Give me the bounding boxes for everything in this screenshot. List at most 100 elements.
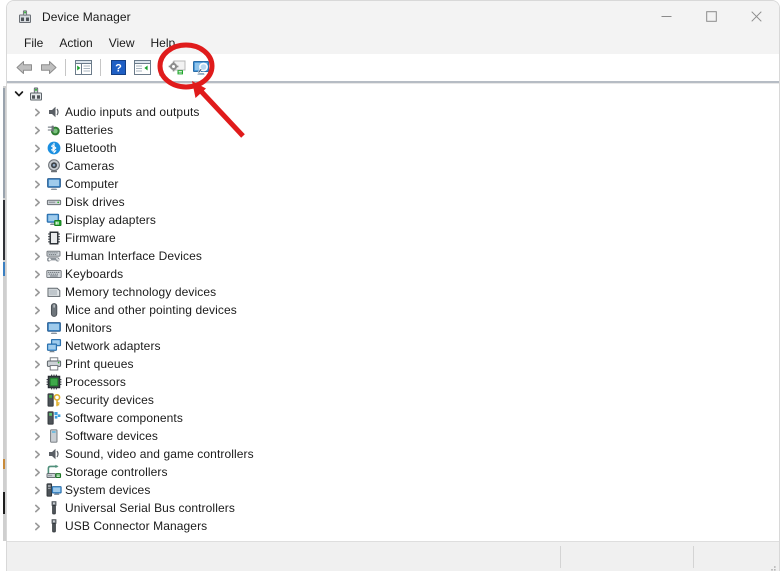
forward-button[interactable] xyxy=(36,56,60,79)
tree-item-bluetooth[interactable]: Bluetooth xyxy=(7,139,779,157)
device-manager-icon xyxy=(17,9,33,25)
tree-item-label: Display adapters xyxy=(65,213,156,227)
chevron-right-icon[interactable] xyxy=(29,302,45,318)
tree-item-label: Human Interface Devices xyxy=(65,249,203,263)
titlebar: Device Manager xyxy=(7,1,779,32)
processor-chip-icon xyxy=(46,374,62,390)
device-manager-window: Device Manager File Action View Help ? A… xyxy=(6,0,780,571)
tree-item-label: Monitors xyxy=(65,321,112,335)
menu-view[interactable]: View xyxy=(101,34,143,52)
tree-item-keyboards[interactable]: Keyboards xyxy=(7,265,779,283)
tree-item-print-queues[interactable]: Print queues xyxy=(7,355,779,373)
chevron-right-icon[interactable] xyxy=(29,482,45,498)
tree-item-label: Processors xyxy=(65,375,127,389)
help-question-icon: ? xyxy=(110,60,126,75)
help-button[interactable]: ? xyxy=(106,56,130,79)
tree-item-monitors[interactable]: Monitors xyxy=(7,319,779,337)
menu-action[interactable]: Action xyxy=(51,34,100,52)
tree-item-label: Storage controllers xyxy=(65,465,168,479)
menu-help[interactable]: Help xyxy=(143,34,184,52)
chevron-right-icon[interactable] xyxy=(29,356,45,372)
tree-item-label: Sound, video and game controllers xyxy=(65,447,254,461)
tree-item-universal-serial-bus-controllers[interactable]: Universal Serial Bus controllers xyxy=(7,499,779,517)
menu-file[interactable]: File xyxy=(16,34,51,52)
chevron-right-icon[interactable] xyxy=(29,320,45,336)
tree-item-label: Bluetooth xyxy=(65,141,117,155)
tree-item-mice-and-other-pointing-devices[interactable]: Mice and other pointing devices xyxy=(7,301,779,319)
tree-item-usb-connector-managers[interactable]: USB Connector Managers xyxy=(7,517,779,535)
maximize-button[interactable] xyxy=(689,1,734,32)
tree-item-human-interface-devices[interactable]: Human Interface Devices xyxy=(7,247,779,265)
chevron-right-icon[interactable] xyxy=(29,428,45,444)
speaker-icon xyxy=(46,104,62,120)
chevron-right-icon[interactable] xyxy=(29,464,45,480)
mouse-icon xyxy=(46,302,62,318)
tree-root-node[interactable] xyxy=(7,84,779,103)
close-button[interactable] xyxy=(734,1,779,32)
toolbar-separator-2 xyxy=(100,59,101,76)
chevron-right-icon[interactable] xyxy=(29,266,45,282)
tree-item-label: Memory technology devices xyxy=(65,285,217,299)
chevron-right-icon[interactable] xyxy=(29,122,45,138)
tree-item-batteries[interactable]: Batteries xyxy=(7,121,779,139)
tree-item-firmware[interactable]: Firmware xyxy=(7,229,779,247)
chevron-right-icon[interactable] xyxy=(29,176,45,192)
software-device-icon xyxy=(46,428,62,444)
chevron-right-icon[interactable] xyxy=(29,410,45,426)
show-hide-console-tree-button[interactable] xyxy=(71,56,95,79)
update-driver-button[interactable] xyxy=(165,56,189,79)
tree-item-label: Computer xyxy=(65,177,119,191)
security-key-icon xyxy=(46,392,62,408)
tree-item-processors[interactable]: Processors xyxy=(7,373,779,391)
chevron-right-icon[interactable] xyxy=(29,104,45,120)
tree-item-system-devices[interactable]: System devices xyxy=(7,481,779,499)
svg-text:?: ? xyxy=(115,63,122,75)
tree-item-label: Mice and other pointing devices xyxy=(65,303,237,317)
tree-item-storage-controllers[interactable]: Storage controllers xyxy=(7,463,779,481)
monitor-icon xyxy=(46,176,62,192)
chevron-down-icon[interactable] xyxy=(11,86,27,102)
back-button[interactable] xyxy=(12,56,36,79)
chevron-right-icon[interactable] xyxy=(29,374,45,390)
tree-item-cameras[interactable]: Cameras xyxy=(7,157,779,175)
tree-item-computer[interactable]: Computer xyxy=(7,175,779,193)
menubar: File Action View Help xyxy=(7,32,779,54)
chevron-right-icon[interactable] xyxy=(29,194,45,210)
window-title: Device Manager xyxy=(42,9,131,24)
tree-item-label: Keyboards xyxy=(65,267,124,281)
tree-item-software-components[interactable]: Software components xyxy=(7,409,779,427)
update-driver-gear-icon xyxy=(168,60,185,74)
firmware-chip-icon xyxy=(46,230,62,246)
minimize-button[interactable] xyxy=(644,1,689,32)
chevron-right-icon[interactable] xyxy=(29,158,45,174)
bluetooth-icon xyxy=(46,140,62,156)
tree-item-label: Print queues xyxy=(65,357,134,371)
chevron-right-icon[interactable] xyxy=(29,446,45,462)
chevron-right-icon[interactable] xyxy=(29,518,45,534)
tree-item-network-adapters[interactable]: Network adapters xyxy=(7,337,779,355)
tree-item-sound-video-and-game-controllers[interactable]: Sound, video and game controllers xyxy=(7,445,779,463)
chevron-right-icon[interactable] xyxy=(29,212,45,228)
tree-item-label: Audio inputs and outputs xyxy=(65,105,200,119)
tree-item-label: Network adapters xyxy=(65,339,161,353)
chevron-right-icon[interactable] xyxy=(29,140,45,156)
battery-plug-icon xyxy=(46,122,62,138)
resize-grip-icon[interactable] xyxy=(767,559,777,571)
tree-item-memory-technology-devices[interactable]: Memory technology devices xyxy=(7,283,779,301)
tree-item-disk-drives[interactable]: Disk drives xyxy=(7,193,779,211)
scan-for-hardware-changes-button[interactable] xyxy=(189,56,213,79)
chevron-right-icon[interactable] xyxy=(29,500,45,516)
back-arrow-icon xyxy=(16,61,32,74)
device-tree[interactable]: Audio inputs and outputs Batteries Bluet… xyxy=(7,84,779,539)
chevron-right-icon[interactable] xyxy=(29,248,45,264)
tree-item-audio-inputs-and-outputs[interactable]: Audio inputs and outputs xyxy=(7,103,779,121)
properties-button[interactable] xyxy=(130,56,154,79)
tree-item-display-adapters[interactable]: Display adapters xyxy=(7,211,779,229)
chevron-right-icon[interactable] xyxy=(29,230,45,246)
disk-drive-icon xyxy=(46,194,62,210)
chevron-right-icon[interactable] xyxy=(29,338,45,354)
chevron-right-icon[interactable] xyxy=(29,284,45,300)
chevron-right-icon[interactable] xyxy=(29,392,45,408)
tree-item-software-devices[interactable]: Software devices xyxy=(7,427,779,445)
tree-item-security-devices[interactable]: Security devices xyxy=(7,391,779,409)
